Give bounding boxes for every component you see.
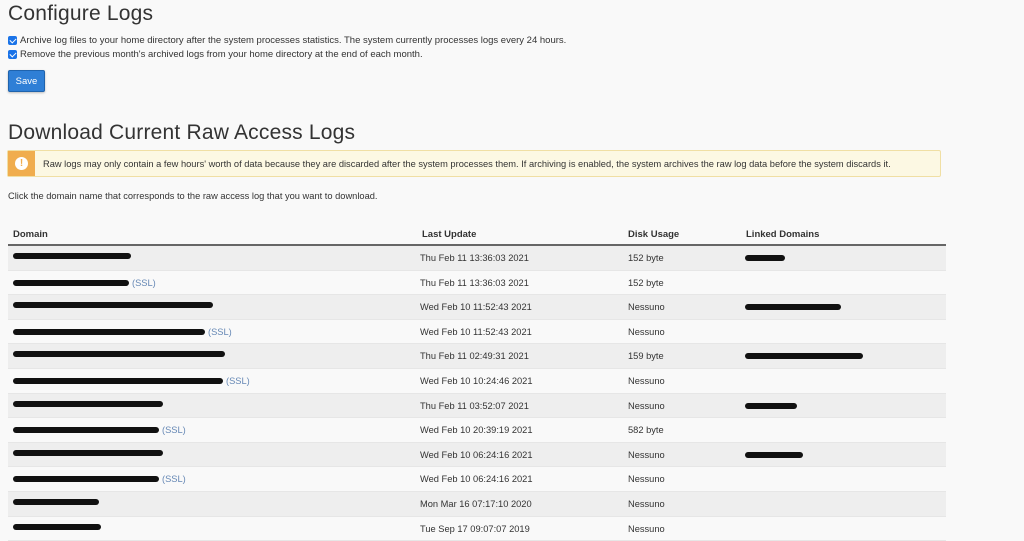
disk-usage-cell: 582 byte	[628, 425, 664, 436]
domain-cell	[13, 302, 216, 309]
domain-cell	[13, 449, 166, 456]
disk-usage-cell: 152 byte	[628, 253, 664, 263]
remove-archived-logs-option[interactable]: Remove the previous month's archived log…	[8, 49, 423, 60]
remove-archived-logs-checkbox[interactable]	[8, 50, 17, 59]
disk-usage-cell: Nessuno	[628, 375, 665, 386]
table-row: Thu Feb 11 13:36:03 2021 152 byte	[8, 246, 946, 271]
table-row: Tue Sep 17 09:07:07 2019 Nessuno	[8, 516, 946, 541]
disk-usage-cell: 159 byte	[628, 351, 664, 362]
last-update-cell: Tue Sep 17 09:07:07 2019	[420, 523, 530, 534]
table-row: (SSL) Wed Feb 10 10:24:46 2021 Nessuno	[8, 368, 946, 394]
linked-domain-redacted	[745, 402, 797, 409]
domain-cell	[13, 253, 134, 259]
warning-icon: !	[15, 157, 28, 170]
disk-usage-cell: Nessuno	[628, 449, 665, 460]
last-update-cell: Wed Feb 10 20:39:19 2021	[420, 425, 533, 436]
archive-logs-checkbox[interactable]	[8, 36, 17, 45]
linked-domains-cell	[745, 401, 797, 411]
disk-usage-cell: Nessuno	[628, 523, 665, 534]
last-update-cell: Wed Feb 10 06:24:16 2021	[420, 474, 533, 485]
last-update-cell: Wed Feb 10 11:52:43 2021	[420, 302, 532, 313]
disk-usage-cell: Nessuno	[628, 302, 665, 313]
column-header-linked-domains[interactable]: Linked Domains	[746, 229, 819, 240]
linked-domains-cell	[745, 450, 803, 460]
last-update-cell: Thu Feb 11 03:52:07 2021	[420, 400, 529, 411]
warning-text: Raw logs may only contain a few hours' w…	[43, 159, 891, 169]
archive-logs-option[interactable]: Archive log files to your home directory…	[8, 35, 566, 46]
ssl-label: (SSL)	[162, 474, 186, 485]
warning-badge: !	[8, 151, 35, 176]
domain-link-redacted[interactable]	[13, 523, 101, 530]
linked-domains-cell	[745, 253, 785, 263]
remove-archived-logs-label: Remove the previous month's archived log…	[20, 49, 423, 60]
table-row: (SSL) Wed Feb 10 20:39:19 2021 582 byte	[8, 418, 946, 443]
table-row: Mon Mar 16 07:17:10 2020 Nessuno	[8, 491, 946, 517]
domain-cell	[13, 400, 166, 407]
linked-domain-redacted	[745, 451, 803, 458]
ssl-label: (SSL)	[162, 425, 186, 436]
last-update-cell: Thu Feb 11 13:36:03 2021	[420, 253, 529, 263]
last-update-cell: Wed Feb 10 06:24:16 2021	[420, 449, 533, 460]
domain-cell: (SSL)	[13, 425, 186, 435]
last-update-cell: Thu Feb 11 02:49:31 2021	[420, 351, 529, 362]
archive-logs-label: Archive log files to your home directory…	[20, 35, 567, 46]
last-update-cell: Thu Feb 11 13:36:03 2021	[420, 277, 529, 288]
domain-link-redacted[interactable]	[13, 449, 163, 456]
disk-usage-cell: Nessuno	[628, 474, 665, 485]
table-row: (SSL) Wed Feb 10 06:24:16 2021 Nessuno	[8, 467, 946, 492]
domain-link-redacted[interactable]	[13, 279, 129, 286]
warning-alert: ! Raw logs may only contain a few hours'…	[7, 150, 941, 177]
column-header-domain[interactable]: Domain	[13, 229, 48, 240]
ssl-label: (SSL)	[226, 375, 250, 386]
table-row: Wed Feb 10 06:24:16 2021 Nessuno	[8, 442, 946, 468]
column-header-last-update[interactable]: Last Update	[422, 229, 476, 240]
last-update-cell: Wed Feb 10 10:24:46 2021	[420, 375, 533, 386]
linked-domain-redacted	[745, 304, 841, 311]
last-update-cell: Wed Feb 10 11:52:43 2021	[420, 326, 532, 337]
domain-cell: (SSL)	[13, 376, 250, 386]
download-logs-title: Download Current Raw Access Logs	[8, 121, 356, 144]
disk-usage-cell: Nessuno	[628, 498, 665, 509]
domain-link-redacted[interactable]	[13, 377, 223, 384]
table-row: Thu Feb 11 03:52:07 2021 Nessuno	[8, 393, 946, 419]
domain-link-redacted[interactable]	[13, 427, 159, 434]
instructions-text: Click the domain name that corresponds t…	[8, 191, 378, 201]
table-row: (SSL) Wed Feb 10 11:52:43 2021 Nessuno	[8, 319, 946, 345]
domain-cell: (SSL)	[13, 474, 186, 484]
domain-cell	[13, 523, 104, 530]
domain-link-redacted[interactable]	[13, 498, 99, 505]
raw-access-logs-table: Domain Last Update Disk Usage Linked Dom…	[8, 222, 946, 541]
column-header-disk-usage[interactable]: Disk Usage	[628, 229, 679, 240]
ssl-label: (SSL)	[132, 277, 156, 288]
domain-link-redacted[interactable]	[13, 253, 131, 259]
disk-usage-cell: Nessuno	[628, 326, 665, 337]
linked-domains-cell	[745, 351, 863, 361]
domain-cell	[13, 351, 228, 358]
linked-domain-redacted	[745, 353, 863, 360]
domain-cell	[13, 498, 102, 505]
linked-domains-cell	[745, 302, 841, 312]
last-update-cell: Mon Mar 16 07:17:10 2020	[420, 498, 532, 509]
table-row: Thu Feb 11 02:49:31 2021 159 byte	[8, 344, 946, 369]
disk-usage-cell: Nessuno	[628, 400, 665, 411]
table-body: Thu Feb 11 13:36:03 2021 152 byte (SSL) Thu…	[8, 246, 946, 541]
save-button[interactable]: Save	[8, 70, 45, 92]
linked-domain-redacted	[745, 255, 785, 261]
table-row: Wed Feb 10 11:52:43 2021 Nessuno	[8, 295, 946, 320]
domain-cell: (SSL)	[13, 278, 156, 288]
domain-link-redacted[interactable]	[13, 400, 163, 407]
domain-link-redacted[interactable]	[13, 302, 213, 309]
table-header: Domain Last Update Disk Usage Linked Dom…	[8, 222, 946, 246]
configure-logs-title: Configure Logs	[8, 2, 154, 25]
domain-link-redacted[interactable]	[13, 351, 225, 358]
domain-cell: (SSL)	[13, 327, 232, 337]
disk-usage-cell: 152 byte	[628, 277, 664, 288]
ssl-label: (SSL)	[208, 326, 232, 337]
table-row: (SSL) Thu Feb 11 13:36:03 2021 152 byte	[8, 270, 946, 296]
domain-link-redacted[interactable]	[13, 328, 205, 335]
domain-link-redacted[interactable]	[13, 476, 159, 483]
